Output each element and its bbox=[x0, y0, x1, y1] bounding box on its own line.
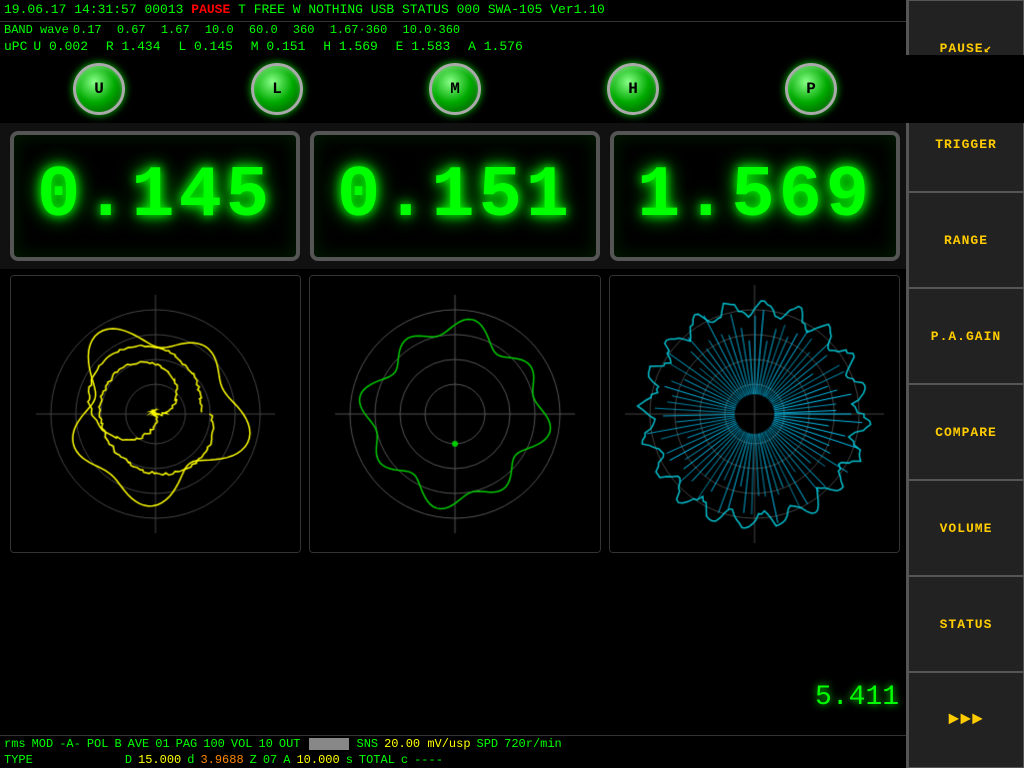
upc-values: U 0.002 R 1.434 L 0.145 M 0.151 H 1.569 … bbox=[33, 39, 532, 54]
big-value-display: 5.411 bbox=[815, 682, 899, 713]
type-label: TYPE bbox=[4, 753, 33, 767]
upc-u-key: U bbox=[33, 39, 41, 54]
btn-u[interactable]: U bbox=[73, 63, 125, 115]
band-val-2: 0.67 bbox=[117, 23, 146, 37]
sns-value: 20.00 mV/usp bbox=[384, 737, 470, 751]
displays-row: 0.145 0.151 1.569 bbox=[0, 123, 1024, 269]
upc-a-val: 1.576 bbox=[484, 39, 523, 54]
band-val-8: 10.0·360 bbox=[403, 23, 461, 37]
pa-gain-button[interactable]: P.A.GAIN bbox=[908, 288, 1024, 384]
upc-m-val: 0.151 bbox=[266, 39, 305, 54]
out-indicator bbox=[309, 738, 349, 750]
upc-e-val: 1.583 bbox=[411, 39, 450, 54]
datetime: 19.06.17 14:31:57 bbox=[4, 2, 137, 19]
upc-r-key: R bbox=[106, 39, 114, 54]
radar-center bbox=[309, 275, 600, 553]
status-label: STATUS bbox=[402, 2, 449, 19]
top-status-bar: 19.06.17 14:31:57 00013 PAUSE T FREE W N… bbox=[0, 0, 1024, 22]
upc-row: uPC U 0.002 R 1.434 L 0.145 M 0.151 H 1.… bbox=[0, 38, 1024, 55]
btn-h[interactable]: H bbox=[607, 63, 659, 115]
band-val-6: 360 bbox=[293, 23, 315, 37]
band-values: 0.17 0.67 1.67 10.0 60.0 360 1.67·360 10… bbox=[73, 23, 468, 37]
w-nothing: W NOTHING bbox=[293, 2, 363, 19]
pag-value: 100 bbox=[203, 737, 225, 751]
a-value: 10.000 bbox=[296, 753, 339, 767]
mod-label: MOD bbox=[32, 737, 54, 751]
d2-value: 3.9688 bbox=[200, 753, 243, 767]
band-val-1: 0.17 bbox=[73, 23, 102, 37]
status-value: 000 bbox=[457, 2, 480, 19]
band-label: BAND wave bbox=[4, 23, 69, 37]
display-1: 0.145 bbox=[10, 131, 300, 261]
rms-label: rms bbox=[4, 737, 26, 751]
bottom-row-2: TYPE D 15.000 d 3.9688 Z 07 A 10.000 s T… bbox=[0, 752, 906, 768]
z-value: 07 bbox=[263, 753, 277, 767]
band-val-4: 10.0 bbox=[205, 23, 234, 37]
ave-value: 01 bbox=[155, 737, 169, 751]
btn-l[interactable]: L bbox=[251, 63, 303, 115]
radar-section bbox=[0, 269, 1024, 559]
compare-button[interactable]: COMPARE bbox=[908, 384, 1024, 480]
spd-label: SPD bbox=[477, 737, 499, 751]
buttons-row: U L M H P bbox=[0, 55, 1024, 123]
vol-value: 10 bbox=[258, 737, 272, 751]
d-value: 15.000 bbox=[138, 753, 181, 767]
arrows-button[interactable]: ►►► bbox=[908, 672, 1024, 768]
display-2: 0.151 bbox=[310, 131, 600, 261]
band-val-5: 60.0 bbox=[249, 23, 278, 37]
pol-value: B bbox=[114, 737, 121, 751]
upc-e-key: E bbox=[396, 39, 404, 54]
upc-label: uPC bbox=[4, 39, 27, 54]
upc-a-key: A bbox=[468, 39, 476, 54]
upc-h-val: 1.569 bbox=[339, 39, 378, 54]
upc-r-val: 1.434 bbox=[121, 39, 160, 54]
upc-m-key: M bbox=[251, 39, 259, 54]
bottom-row-1: rms MOD -A- POL B AVE 01 PAG 100 VOL 10 … bbox=[0, 736, 906, 752]
spd-value: 720r/min bbox=[504, 737, 562, 751]
device-label: SWA-105 Ver1.10 bbox=[488, 2, 605, 19]
code: 00013 bbox=[144, 2, 183, 19]
mod-value: -A- bbox=[59, 737, 81, 751]
radar-left bbox=[10, 275, 301, 553]
btn-m[interactable]: M bbox=[429, 63, 481, 115]
upc-l-val: 0.145 bbox=[194, 39, 233, 54]
total-label: TOTAL bbox=[359, 753, 395, 767]
status-button[interactable]: STATUS bbox=[908, 576, 1024, 672]
out-label: OUT bbox=[279, 737, 301, 751]
pol-label: POL bbox=[87, 737, 109, 751]
s-label: s bbox=[346, 753, 353, 767]
upc-h-key: H bbox=[323, 39, 331, 54]
d-label: D bbox=[125, 753, 132, 767]
usb-label: USB bbox=[371, 2, 394, 19]
upc-u-val: 0.002 bbox=[49, 39, 88, 54]
ave-label: AVE bbox=[128, 737, 150, 751]
upc-l-key: L bbox=[178, 39, 186, 54]
pag-label: PAG bbox=[176, 737, 198, 751]
d2-label: d bbox=[187, 753, 194, 767]
a-label: A bbox=[283, 753, 290, 767]
btn-p[interactable]: P bbox=[785, 63, 837, 115]
band-row: BAND wave 0.17 0.67 1.67 10.0 60.0 360 1… bbox=[0, 22, 1024, 38]
range-button[interactable]: RANGE bbox=[908, 192, 1024, 288]
dashes-value: ---- bbox=[414, 753, 443, 767]
sns-label: SNS bbox=[357, 737, 379, 751]
vol-label: VOL bbox=[231, 737, 253, 751]
total-value: c bbox=[401, 753, 408, 767]
z-label: Z bbox=[250, 753, 257, 767]
radar-right bbox=[609, 275, 900, 553]
band-val-7: 1.67·360 bbox=[330, 23, 388, 37]
display-3: 1.569 bbox=[610, 131, 900, 261]
band-val-3: 1.67 bbox=[161, 23, 190, 37]
t-free: T FREE bbox=[238, 2, 285, 19]
pause-indicator: PAUSE bbox=[191, 2, 230, 19]
bottom-bar: rms MOD -A- POL B AVE 01 PAG 100 VOL 10 … bbox=[0, 735, 906, 768]
volume-button[interactable]: VOLUME bbox=[908, 480, 1024, 576]
